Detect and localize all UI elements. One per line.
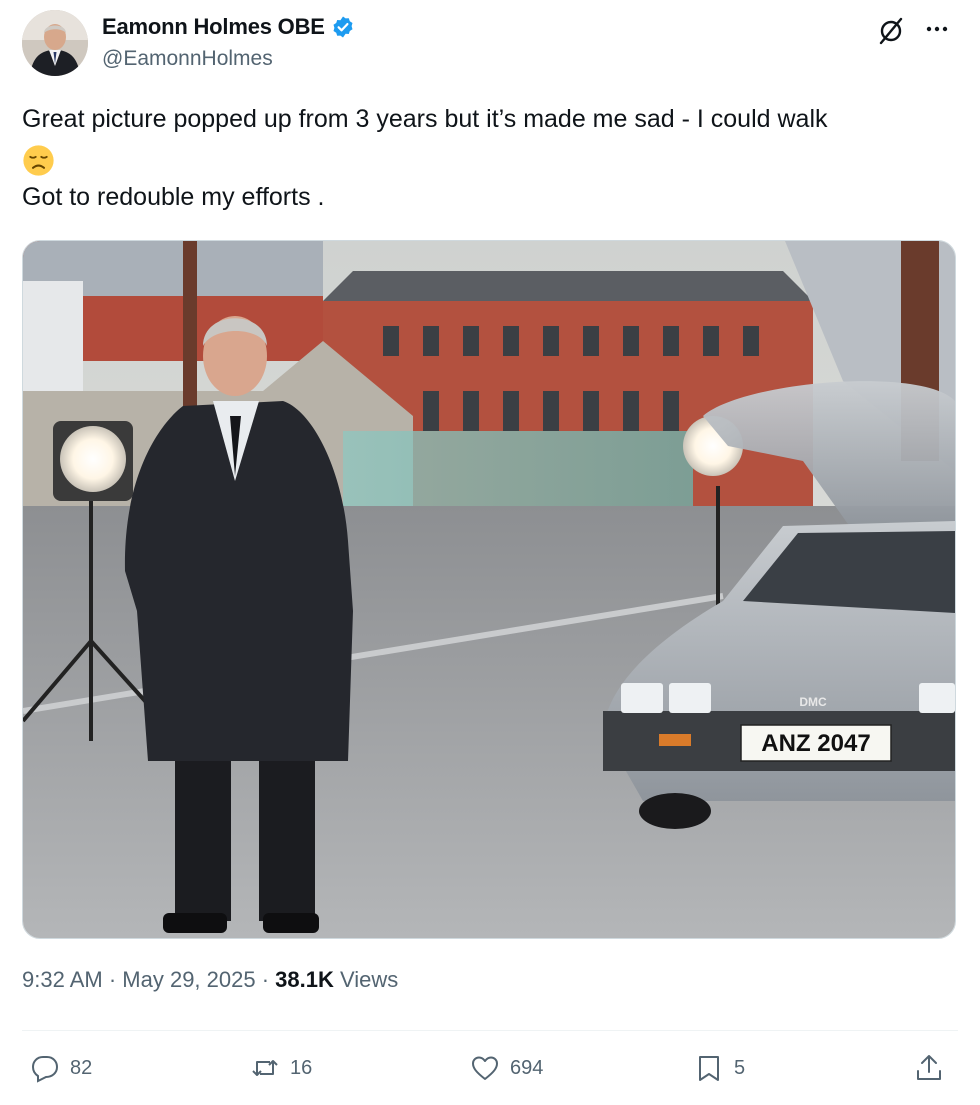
verified-badge-icon	[333, 16, 353, 38]
bookmark-icon	[699, 1056, 719, 1081]
handle[interactable]: @EamonnHolmes	[102, 47, 273, 71]
repost-button[interactable]: 16	[250, 1046, 312, 1090]
license-plate: ANZ 2047	[761, 730, 870, 757]
heart-icon	[472, 1056, 498, 1080]
repost-icon	[252, 1060, 278, 1076]
tweet-line-2: Got to redouble my efforts .	[22, 183, 325, 211]
views-label: Views	[333, 967, 399, 992]
disappointed-face-emoji	[23, 145, 54, 176]
bookmark-button[interactable]: 5	[694, 1046, 745, 1090]
tweet-text: Great picture popped up from 3 years but…	[22, 100, 962, 217]
meta-separator: ·	[255, 967, 276, 992]
repost-count: 16	[290, 1056, 313, 1079]
tweet-meta: 9:32 AM · May 29, 2025 · 38.1K Views	[22, 967, 398, 993]
tweet-line-1: Great picture popped up from 3 years but…	[22, 105, 828, 133]
tweet-photo[interactable]: ANZ 2047 DMC	[22, 240, 956, 939]
share-button[interactable]	[914, 1046, 944, 1090]
like-count: 694	[510, 1056, 544, 1079]
tweet-header: Eamonn Holmes OBE @EamonnHolmes	[22, 10, 958, 78]
action-bar: 82 16 694 5	[22, 1046, 958, 1090]
avatar[interactable]	[22, 10, 88, 76]
reply-button[interactable]: 82	[30, 1046, 92, 1090]
share-icon	[917, 1055, 941, 1080]
bookmark-count: 5	[734, 1056, 746, 1079]
tweet-time[interactable]: 9:32 AM	[22, 967, 103, 992]
grok-icon[interactable]	[876, 16, 906, 46]
tweet-emoji-line	[22, 139, 962, 178]
meta-separator: ·	[102, 967, 123, 992]
reply-icon	[31, 1056, 59, 1083]
car-badge: DMC	[799, 695, 827, 709]
views-count: 38.1K	[275, 967, 334, 992]
tweet-date[interactable]: May 29, 2025	[122, 967, 255, 992]
name-row: Eamonn Holmes OBE	[102, 14, 355, 40]
more-icon[interactable]	[922, 14, 952, 44]
like-button[interactable]: 694	[470, 1046, 543, 1090]
reply-count: 82	[70, 1056, 93, 1079]
display-name[interactable]: Eamonn Holmes OBE	[102, 14, 325, 40]
divider	[22, 1030, 958, 1031]
